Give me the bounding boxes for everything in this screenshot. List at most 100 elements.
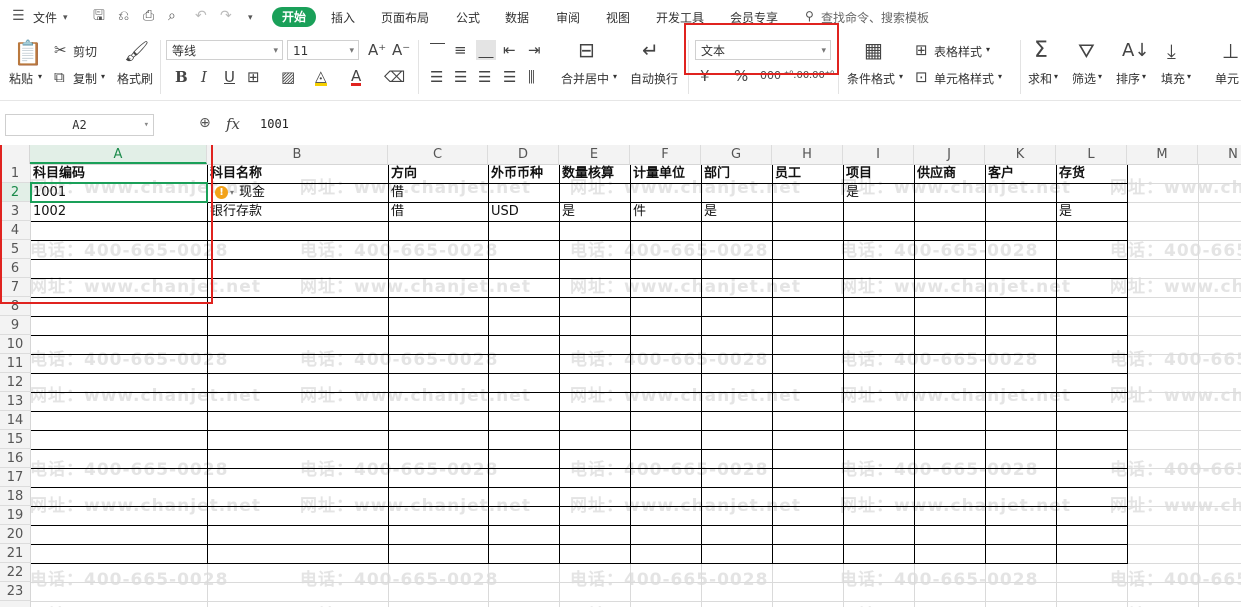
header-cell-j[interactable]: 供应商: [914, 164, 985, 183]
header-cell-i[interactable]: 项目: [843, 164, 914, 183]
paste-chevron-icon[interactable]: ▾: [38, 72, 42, 81]
column-header-i[interactable]: I: [843, 145, 914, 164]
conditional-format-button[interactable]: 条件格式: [847, 70, 895, 87]
wrap-text-icon[interactable]: ↵: [642, 40, 659, 60]
formula-input[interactable]: 1001: [260, 117, 289, 131]
merge-center-button[interactable]: 合并居中: [561, 70, 609, 87]
column-header-g[interactable]: G: [701, 145, 772, 164]
chevron-down-icon[interactable]: ▾: [349, 41, 354, 61]
cell-e3[interactable]: 是: [559, 202, 630, 221]
header-cell-h[interactable]: 员工: [772, 164, 843, 183]
cell-i2[interactable]: 是: [843, 183, 914, 202]
cell-b3[interactable]: 银行存款: [207, 202, 388, 221]
tab-formulas[interactable]: 公式: [456, 9, 480, 26]
search-icon[interactable]: ⚲: [805, 9, 814, 23]
distributed-icon[interactable]: ⫼: [528, 69, 535, 85]
header-cell-e[interactable]: 数量核算: [559, 164, 630, 183]
align-center-icon[interactable]: ☰: [454, 69, 467, 85]
save-icon[interactable]: 🖫: [93, 9, 105, 23]
bold-icon[interactable]: B: [175, 69, 188, 85]
name-box[interactable]: A2 ▾: [5, 114, 154, 136]
cell-g3[interactable]: 是: [701, 202, 772, 221]
border-icon[interactable]: ⊞: [247, 69, 260, 85]
cut-button[interactable]: 剪切: [73, 43, 97, 60]
file-menu[interactable]: 文件: [33, 9, 57, 26]
merge-center-icon[interactable]: ⊟: [578, 40, 595, 60]
error-warning-icon[interactable]: !: [215, 186, 228, 199]
row-header-14[interactable]: 14: [0, 411, 30, 430]
header-cell-b[interactable]: 科目名称: [207, 164, 388, 183]
cell-l3[interactable]: 是: [1056, 202, 1127, 221]
table-style-icon[interactable]: ⊞: [915, 42, 928, 58]
row-header-10[interactable]: 10: [0, 335, 30, 354]
tab-view[interactable]: 视图: [606, 9, 630, 26]
row-header-23[interactable]: 23: [0, 582, 30, 601]
row-header-11[interactable]: 11: [0, 354, 30, 373]
cell-f3[interactable]: 件: [630, 202, 701, 221]
row-header-19[interactable]: 19: [0, 506, 30, 525]
cell-icon[interactable]: ⊥: [1222, 40, 1239, 62]
column-header-e[interactable]: E: [559, 145, 630, 164]
chevron-down-icon[interactable]: ▾: [63, 11, 68, 25]
row-header-13[interactable]: 13: [0, 392, 30, 411]
hamburger-icon[interactable]: ☰: [12, 9, 25, 23]
merge-chevron-icon[interactable]: ▾: [613, 72, 617, 81]
fill-color-icon[interactable]: ◬: [315, 69, 327, 86]
row-header-9[interactable]: 9: [0, 316, 30, 335]
print-icon[interactable]: ⎙: [143, 9, 154, 23]
sort-icon[interactable]: A↓: [1122, 40, 1149, 62]
column-header-l[interactable]: L: [1056, 145, 1127, 164]
header-cell-d[interactable]: 外币币种: [488, 164, 559, 183]
font-color-icon[interactable]: A: [351, 69, 362, 86]
row-header-15[interactable]: 15: [0, 430, 30, 449]
cell-c2[interactable]: 借: [388, 183, 488, 202]
row-header-21[interactable]: 21: [0, 544, 30, 563]
spreadsheet-grid[interactable]: 电话：400-665-0028 网址：www.chanjet.net 电话：400-…: [0, 145, 1241, 607]
align-middle-icon[interactable]: ≡: [454, 42, 467, 58]
row-header-18[interactable]: 18: [0, 487, 30, 506]
print-preview-icon[interactable]: ⌕: [168, 9, 176, 23]
row-header-16[interactable]: 16: [0, 449, 30, 468]
font-shrink-icon[interactable]: A⁻: [392, 42, 410, 58]
cell-style-chevron-icon[interactable]: ▾: [998, 72, 1002, 81]
fill-icon[interactable]: ⤓: [1167, 40, 1176, 62]
conditional-format-icon[interactable]: ▦: [864, 40, 883, 60]
column-header-h[interactable]: H: [772, 145, 843, 164]
chevron-down-icon[interactable]: ▾: [273, 41, 278, 61]
fill-pattern-icon[interactable]: ▨: [281, 69, 295, 85]
cell-style-button[interactable]: 单元格样式: [934, 70, 994, 87]
row-header-22[interactable]: 22: [0, 563, 30, 582]
tab-insert[interactable]: 插入: [331, 9, 355, 26]
align-left-icon[interactable]: ☰: [430, 69, 443, 85]
sum-button[interactable]: 求和: [1028, 70, 1052, 87]
decrease-indent-icon[interactable]: ⇤: [503, 42, 516, 58]
column-header-d[interactable]: D: [488, 145, 559, 164]
chevron-down-icon[interactable]: ▾: [144, 115, 149, 135]
italic-icon[interactable]: I: [201, 69, 207, 85]
justify-icon[interactable]: ☰: [503, 69, 516, 85]
sort-chevron-icon[interactable]: ▾: [1142, 72, 1146, 81]
undo-history-icon[interactable]: ⎌: [118, 9, 129, 23]
header-cell-l[interactable]: 存货: [1056, 164, 1127, 183]
align-right-icon[interactable]: ☰: [478, 69, 491, 85]
fx-icon[interactable]: fx: [226, 115, 240, 133]
cell-d3[interactable]: USD: [488, 202, 559, 221]
column-header-k[interactable]: K: [985, 145, 1056, 164]
column-header-m[interactable]: M: [1127, 145, 1198, 164]
fill-button[interactable]: 填充: [1161, 70, 1185, 87]
column-header-b[interactable]: B: [207, 145, 388, 164]
redo-icon[interactable]: ↷: [220, 9, 232, 23]
underline-icon[interactable]: U: [224, 69, 235, 85]
copy-chevron-icon[interactable]: ▾: [101, 72, 105, 81]
increase-indent-icon[interactable]: ⇥: [528, 42, 541, 58]
table-style-chevron-icon[interactable]: ▾: [986, 45, 990, 54]
font-size-combo[interactable]: 11 ▾: [287, 40, 359, 60]
header-cell-g[interactable]: 部门: [701, 164, 772, 183]
column-header-n[interactable]: N: [1198, 145, 1241, 164]
tab-review[interactable]: 审阅: [556, 9, 580, 26]
cell-style-icon[interactable]: ⊡: [915, 69, 928, 85]
font-name-combo[interactable]: 等线 ▾: [166, 40, 283, 60]
sum-icon[interactable]: Σ: [1034, 40, 1048, 62]
tab-home[interactable]: 开始: [272, 7, 316, 27]
zoom-lookup-icon[interactable]: ⊕: [199, 115, 211, 131]
